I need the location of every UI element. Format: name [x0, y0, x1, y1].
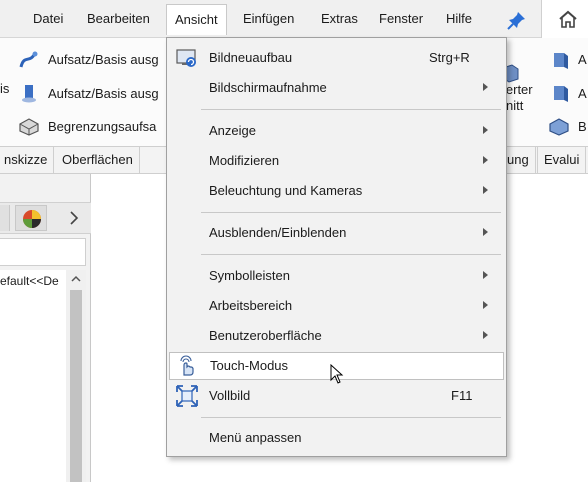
menu-item-label: Symbolleisten: [209, 268, 290, 283]
ribbon-button-label[interactable]: Aufsatz/Basis ausg: [48, 81, 159, 107]
appearance-tab[interactable]: [15, 205, 47, 231]
feature-tree: [0, 270, 66, 482]
mouse-cursor-icon: [330, 363, 344, 387]
tab-evaluieren[interactable]: Evalui: [537, 147, 587, 173]
menu-fenster[interactable]: Fenster: [371, 4, 431, 34]
menu-separator: [201, 417, 501, 418]
menu-item-label: Touch-Modus: [210, 358, 289, 373]
submenu-arrow-icon: [483, 156, 488, 164]
ribbon-button-label[interactable]: B: [578, 114, 587, 140]
feature-manager-panel: efault<<De: [0, 174, 91, 482]
appearance-icon: [23, 210, 41, 228]
scroll-up-icon[interactable]: [70, 274, 82, 284]
panel-toolbar: [0, 202, 91, 234]
ribbon-button-label[interactable]: A: [578, 81, 587, 107]
menu-item-modifizieren[interactable]: Modifizieren: [169, 147, 504, 175]
ansicht-dropdown-menu: Bildneuaufbau Strg+R Bildschirmaufnahme …: [166, 37, 507, 457]
feature-icon: [550, 50, 570, 70]
submenu-arrow-icon: [483, 126, 488, 134]
scrollbar-thumb[interactable]: [70, 290, 82, 482]
menu-item-label: Benutzeroberfläche: [209, 328, 322, 343]
menu-item-benutzeroberflaeche[interactable]: Benutzeroberfläche: [169, 322, 504, 350]
menu-item-label: Arbeitsbereich: [209, 298, 293, 313]
ribbon-left-edge-text: is: [0, 81, 10, 96]
menu-item-symbolleisten[interactable]: Symbolleisten: [169, 262, 504, 290]
menu-item-menue-anpassen[interactable]: Menü anpassen: [169, 424, 504, 452]
menu-item-label: Bildschirmaufnahme: [209, 80, 327, 95]
submenu-arrow-icon: [483, 83, 488, 91]
menu-separator: [201, 109, 501, 110]
submenu-arrow-icon: [483, 228, 488, 236]
pin-icon[interactable]: [506, 9, 528, 31]
menu-item-bildschirmaufnahme[interactable]: Bildschirmaufnahme: [169, 74, 504, 102]
menu-separator: [201, 254, 501, 255]
submenu-arrow-icon: [483, 331, 488, 339]
menu-extras[interactable]: Extras: [313, 4, 366, 34]
menu-item-ausblenden-einblenden[interactable]: Ausblenden/Einblenden: [169, 219, 504, 247]
ribbon-button-label[interactable]: Aufsatz/Basis ausg: [48, 47, 159, 73]
ribbon-button-label[interactable]: Begrenzungsaufsa: [48, 114, 156, 140]
menu-item-anzeige[interactable]: Anzeige: [169, 117, 504, 145]
menu-hilfe[interactable]: Hilfe: [438, 4, 480, 34]
menu-item-label: Anzeige: [209, 123, 256, 138]
submenu-arrow-icon: [483, 271, 488, 279]
fullscreen-icon: [176, 385, 198, 407]
rebuild-icon: [176, 47, 198, 69]
menu-item-label: Vollbild: [209, 388, 251, 403]
menu-ansicht[interactable]: Ansicht: [166, 4, 227, 35]
submenu-arrow-icon: [483, 301, 488, 309]
boundary-boss-icon: [18, 116, 39, 136]
tab-skizze[interactable]: nskizze: [0, 147, 55, 173]
touch-hand-icon: [176, 355, 198, 377]
configuration-text[interactable]: efault<<De: [0, 274, 59, 288]
menu-item-label: Ausblenden/Einblenden: [209, 225, 347, 240]
menu-einfuegen[interactable]: Einfügen: [235, 4, 302, 34]
extrude-boss-icon: [20, 83, 40, 103]
home-icon: [559, 10, 577, 28]
home-button[interactable]: [541, 0, 588, 38]
menu-item-label: Beleuchtung und Kameras: [209, 183, 363, 198]
chevron-right-icon[interactable]: [64, 208, 84, 228]
menu-item-shortcut: Strg+R: [429, 50, 470, 65]
boundary-icon: [548, 116, 569, 136]
tab-oberflaechen[interactable]: Oberflächen: [56, 147, 140, 173]
menu-item-beleuchtung[interactable]: Beleuchtung und Kameras: [169, 177, 504, 205]
extrude-sweep-icon: [18, 50, 38, 70]
menu-item-label: Bildneuaufbau: [209, 50, 293, 65]
panel-tab[interactable]: [0, 205, 10, 231]
filter-box[interactable]: [0, 238, 86, 266]
menu-separator: [201, 212, 501, 213]
feature-icon: [550, 83, 570, 103]
ribbon-button-label[interactable]: A: [578, 47, 587, 73]
menu-datei[interactable]: Datei: [25, 4, 71, 34]
menu-item-label: Menü anpassen: [209, 430, 302, 445]
menu-item-label: Modifizieren: [209, 153, 280, 168]
menu-bar: Datei Bearbeiten Ansicht Einfügen Extras…: [0, 0, 588, 38]
submenu-arrow-icon: [483, 186, 488, 194]
menu-item-bildneuaufbau[interactable]: Bildneuaufbau Strg+R: [169, 44, 504, 72]
ribbon-partial-label: nitt: [506, 98, 524, 113]
menu-item-shortcut: F11: [451, 388, 473, 403]
menu-item-arbeitsbereich[interactable]: Arbeitsbereich: [169, 292, 504, 320]
menu-bearbeiten[interactable]: Bearbeiten: [79, 4, 158, 34]
